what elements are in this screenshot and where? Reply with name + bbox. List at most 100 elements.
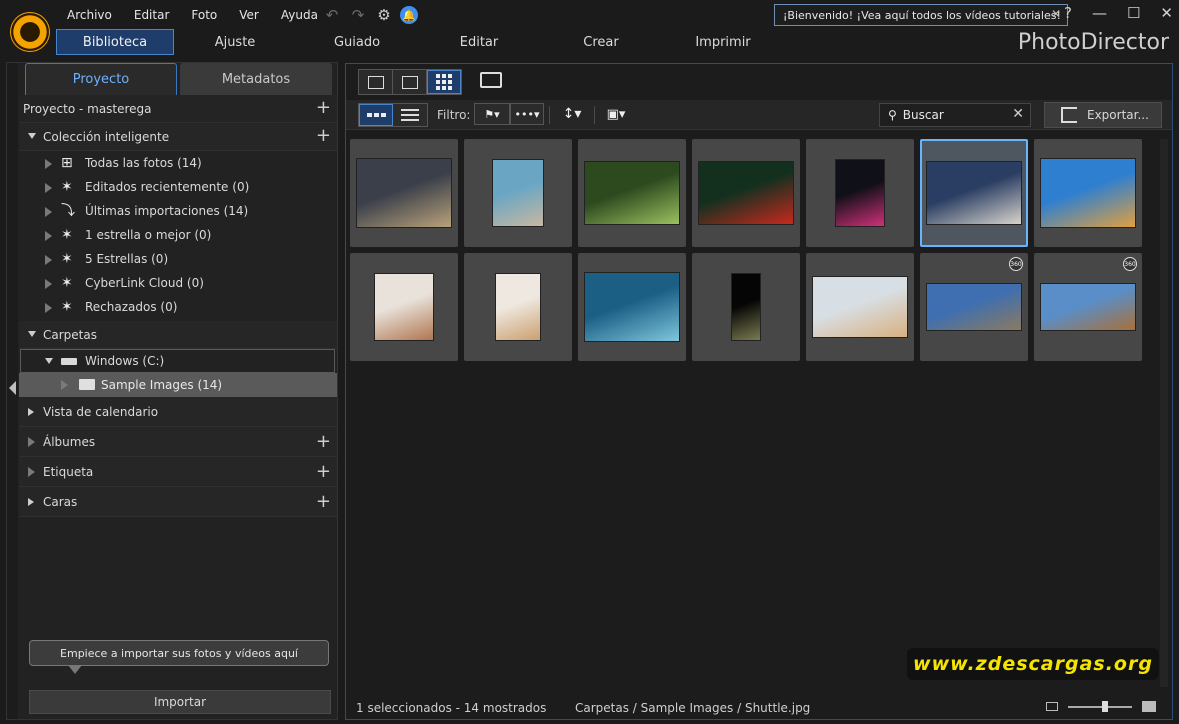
single-view-button[interactable] <box>359 70 393 94</box>
expand-arrow-icon[interactable] <box>28 498 34 506</box>
tab-ajuste[interactable]: Ajuste <box>174 29 296 55</box>
flag-filter-dropdown[interactable]: ⚑▾ <box>474 103 510 125</box>
settings-gear-icon[interactable]: ⚙ <box>374 5 394 25</box>
expand-arrow-icon[interactable] <box>45 255 52 265</box>
calendar-view-header[interactable]: Vista de calendario <box>19 397 337 427</box>
tags-header[interactable]: Etiqueta + <box>19 457 337 487</box>
add-smart-collection-icon[interactable]: + <box>316 127 331 145</box>
photo-thumbnail-panorama-360-1[interactable]: 360 <box>920 253 1028 361</box>
menu-editar[interactable]: Editar <box>123 8 181 22</box>
folders-header[interactable]: Carpetas <box>19 321 337 349</box>
filter-label: Filtro: <box>437 108 471 122</box>
project-header[interactable]: Proyecto - masterega + <box>19 95 337 123</box>
expand-arrow-icon[interactable] <box>45 207 52 217</box>
smart-item-cyberlink-cloud[interactable]: ✶ CyberLink Cloud (0) <box>19 271 337 295</box>
photo-thumbnail-wave[interactable] <box>578 253 686 361</box>
more-filter-dropdown[interactable]: •••▾ <box>510 103 544 125</box>
search-input[interactable]: Buscar <box>903 108 944 122</box>
undo-icon[interactable]: ↶ <box>322 5 342 25</box>
collapse-left-icon[interactable] <box>9 381 16 395</box>
redo-icon[interactable]: ↷ <box>348 5 368 25</box>
photo-thumbnail-skateboarder[interactable] <box>1034 139 1142 247</box>
smart-collection-header[interactable]: Colección inteligente + <box>19 123 337 151</box>
expand-arrow-icon[interactable] <box>28 467 35 477</box>
faces-header[interactable]: Caras + <box>19 487 337 517</box>
notification-bell-icon[interactable]: 🔔 <box>400 6 418 24</box>
panel-collapse-strip[interactable] <box>7 63 18 719</box>
search-field[interactable]: ⚲ Buscar ✕ <box>879 103 1031 127</box>
compare-view-button[interactable] <box>393 70 427 94</box>
close-icon[interactable]: ✕ <box>1051 7 1061 21</box>
smart-collection-title: Colección inteligente <box>43 129 170 144</box>
expand-arrow-icon[interactable] <box>61 380 68 390</box>
expand-arrow-icon[interactable] <box>28 408 34 416</box>
expand-arrow-icon[interactable] <box>45 303 52 313</box>
second-monitor-icon[interactable] <box>480 72 502 88</box>
tab-editar[interactable]: Editar <box>418 29 540 55</box>
tab-metadatos[interactable]: Metadatos <box>180 63 332 95</box>
large-thumbnail-icon[interactable] <box>1142 701 1156 712</box>
photo-thumbnail-woman-smiling-2[interactable] <box>464 253 572 361</box>
zoom-track[interactable] <box>1068 700 1132 712</box>
close-window-icon[interactable]: ✕ <box>1160 4 1173 22</box>
menu-foto[interactable]: Foto <box>180 8 228 22</box>
menu-archivo[interactable]: Archivo <box>56 8 123 22</box>
photo-thumbnail-woman-smiling-1[interactable] <box>350 253 458 361</box>
smart-item-rejected[interactable]: ✶ Rechazados (0) <box>19 295 337 319</box>
vertical-scrollbar[interactable] <box>1160 139 1168 687</box>
expand-arrow-icon[interactable] <box>45 231 52 241</box>
grid-view-button[interactable] <box>427 70 461 94</box>
tab-crear[interactable]: Crear <box>540 29 662 55</box>
export-button[interactable]: Exportar... <box>1044 102 1162 128</box>
expand-arrow-icon[interactable] <box>28 133 36 139</box>
add-tag-icon[interactable]: + <box>316 463 331 481</box>
small-thumbnail-icon[interactable] <box>1046 702 1058 711</box>
albums-title: Álbumes <box>43 434 96 449</box>
smart-item-recently-edited[interactable]: ✶ Editados recientemente (0) <box>19 175 337 199</box>
photo-thumbnail-panorama-360-2[interactable]: 360 <box>1034 253 1142 361</box>
tab-imprimir[interactable]: Imprimir <box>662 29 784 55</box>
landscape-icon <box>401 75 418 89</box>
tab-biblioteca[interactable]: Biblioteca <box>56 29 174 55</box>
folder-sample-images[interactable]: Sample Images (14) <box>19 373 337 397</box>
expand-arrow-icon[interactable] <box>28 437 35 447</box>
smart-item-five-stars[interactable]: ✶ 5 Estrellas (0) <box>19 247 337 271</box>
photo-thumbnail-forest[interactable] <box>578 139 686 247</box>
photo-thumbnail-red-leaf[interactable] <box>692 139 800 247</box>
thumbnail-size-slider[interactable] <box>1046 700 1156 712</box>
tab-proyecto[interactable]: Proyecto <box>25 63 177 95</box>
maximize-icon[interactable]: ☐ <box>1127 4 1140 22</box>
welcome-tutorials-link[interactable]: ¡Bienvenido! ¡Vea aquí todos los vídeos … <box>774 4 1068 26</box>
smart-item-one-star[interactable]: ✶ 1 estrella o mejor (0) <box>19 223 337 247</box>
smart-item-all-photos[interactable]: ⊞ Todas las fotos (14) <box>19 151 337 175</box>
photo-thumbnail-window-light[interactable] <box>692 253 800 361</box>
photo-thumbnail-basketball[interactable] <box>350 139 458 247</box>
photo-thumbnail-neon-sign[interactable] <box>806 139 914 247</box>
albums-header[interactable]: Álbumes + <box>19 427 337 457</box>
sort-dropdown[interactable]: ↕▾ <box>556 103 588 125</box>
photo-thumbnail-rock-boat[interactable] <box>464 139 572 247</box>
add-album-icon[interactable]: + <box>316 433 331 451</box>
photo-thumbnail-woman-blonde[interactable] <box>806 253 914 361</box>
drive-windows-c[interactable]: Windows (C:) <box>20 349 335 373</box>
smart-item-last-imports[interactable]: ⤵ Últimas importaciones (14) <box>19 199 337 223</box>
thumbnail-small-button[interactable] <box>359 104 393 126</box>
add-face-icon[interactable]: + <box>316 493 331 511</box>
stack-dropdown[interactable]: ▣▾ <box>602 103 630 125</box>
import-button[interactable]: Importar <box>29 690 331 714</box>
menu-ayuda[interactable]: Ayuda <box>270 8 329 22</box>
menu-ver[interactable]: Ver <box>228 8 270 22</box>
expand-arrow-icon[interactable] <box>45 159 52 169</box>
expand-arrow-icon[interactable] <box>28 331 36 337</box>
minimize-icon[interactable]: — <box>1092 4 1107 22</box>
clear-search-icon[interactable]: ✕ <box>1012 106 1024 122</box>
photo-thumbnail-shuttle[interactable] <box>920 139 1028 247</box>
tab-guiado[interactable]: Guiado <box>296 29 418 55</box>
zoom-knob[interactable] <box>1102 700 1108 712</box>
expand-arrow-icon[interactable] <box>45 279 52 289</box>
expand-arrow-icon[interactable] <box>45 183 52 193</box>
add-project-icon[interactable]: + <box>316 99 331 117</box>
expand-arrow-icon[interactable] <box>45 358 53 364</box>
list-view-button[interactable] <box>393 104 427 126</box>
help-icon[interactable]: ? <box>1064 4 1072 22</box>
